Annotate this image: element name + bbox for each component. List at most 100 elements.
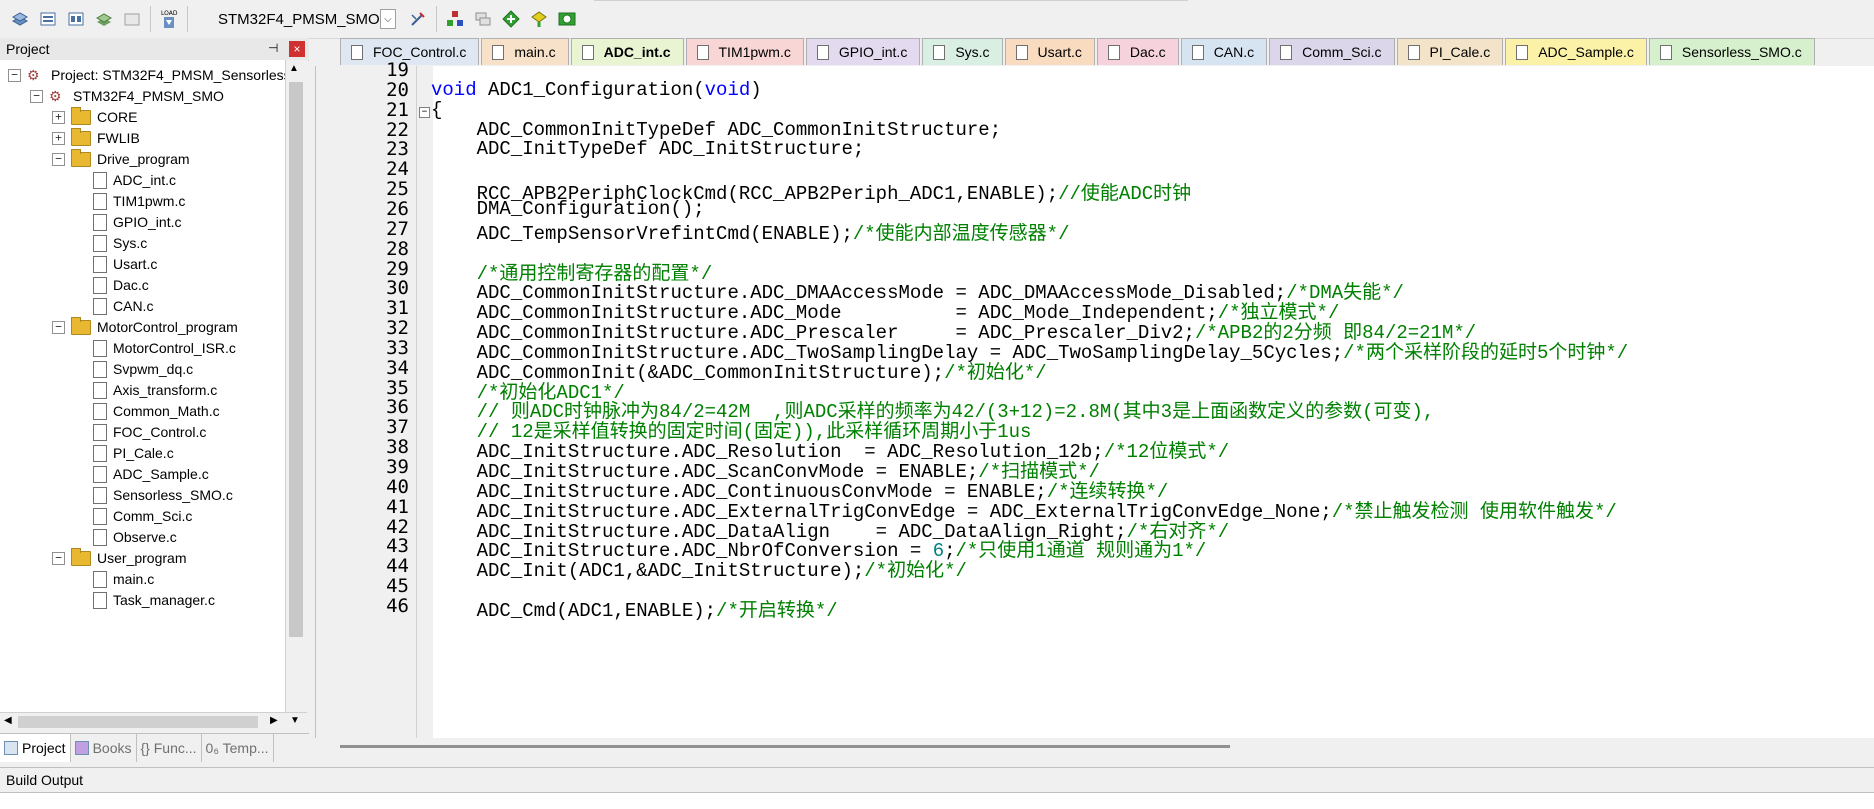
collapse-icon[interactable]: − bbox=[8, 68, 21, 82]
project-tree-horizontal-scrollbar[interactable]: ◀ ▶ ▼ bbox=[0, 712, 307, 731]
file-icon bbox=[1659, 44, 1672, 60]
event-recorder-icon[interactable] bbox=[553, 5, 581, 33]
toolbar-separator bbox=[187, 6, 188, 32]
editor-tab[interactable]: GPIO_int.c bbox=[805, 38, 921, 65]
translate-icon[interactable] bbox=[6, 5, 34, 33]
download-icon[interactable]: LOAD bbox=[155, 5, 183, 33]
rebuild-icon[interactable] bbox=[62, 5, 90, 33]
file-icon bbox=[93, 192, 107, 210]
build-output-pane[interactable] bbox=[0, 792, 1874, 809]
code-line[interactable]: ADC_Cmd(ADC1,ENABLE);/*开启转换*/ bbox=[431, 595, 838, 622]
stop-build-icon[interactable] bbox=[118, 5, 146, 33]
editor-tab[interactable]: PI_Cale.c bbox=[1396, 38, 1504, 65]
scroll-right-icon[interactable]: ▶ bbox=[270, 715, 278, 726]
editor-tab[interactable]: Sys.c bbox=[922, 38, 1003, 65]
code-line[interactable]: ADC_TempSensorVrefintCmd(ENABLE);/*使能内部温… bbox=[431, 218, 1070, 245]
options-icon[interactable] bbox=[404, 5, 432, 33]
close-icon[interactable]: × bbox=[289, 41, 305, 57]
expand-icon[interactable]: + bbox=[52, 110, 65, 124]
project-panel-header: Project ⊣ × bbox=[0, 38, 309, 61]
toolbar-right bbox=[404, 5, 581, 33]
scroll-left-icon[interactable]: ◀ bbox=[4, 715, 12, 726]
fold-collapse-icon[interactable]: − bbox=[419, 106, 430, 118]
file-icon bbox=[933, 44, 946, 60]
code-text: { bbox=[431, 98, 443, 121]
tree-item-label: FWLIB bbox=[97, 130, 140, 146]
file-icon bbox=[1107, 44, 1120, 60]
select-packs-icon[interactable] bbox=[469, 5, 497, 33]
tree-item-label: Comm_Sci.c bbox=[113, 508, 193, 524]
project-tab-label: Project bbox=[22, 740, 66, 756]
editor-tab[interactable]: Usart.c bbox=[1004, 38, 1095, 65]
editor-tab-label: PI_Cale.c bbox=[1429, 44, 1491, 60]
editor-tab-label: GPIO_int.c bbox=[838, 44, 908, 60]
code-editor[interactable]: 19 20 21 22 23 24 25 26 27 28 29 30 31 32 33 34 35 36 37 38… bbox=[315, 59, 1874, 738]
scroll-thumb[interactable] bbox=[18, 716, 258, 728]
pack-installer-icon[interactable] bbox=[497, 5, 525, 33]
scroll-thumb[interactable] bbox=[340, 745, 1230, 748]
svg-text:LOAD: LOAD bbox=[161, 10, 178, 17]
scroll-thumb[interactable] bbox=[289, 82, 303, 637]
tree-file[interactable]: Task_manager.c bbox=[74, 588, 215, 612]
code-line[interactable]: ADC_CommonInitTypeDef ADC_CommonInitStru… bbox=[431, 119, 1002, 141]
target-select[interactable]: STM32F4_PMSM_SMO ⌵ bbox=[206, 7, 396, 31]
tree-item-label: TIM1pwm.c bbox=[113, 193, 186, 209]
tree-item-label: CAN.c bbox=[113, 298, 154, 314]
project-panel-tabs: Project Books {} Func... 0₆ Temp... bbox=[0, 733, 309, 766]
file-icon bbox=[351, 44, 363, 60]
scroll-down-icon[interactable]: ▼ bbox=[290, 715, 300, 726]
build-output-title: Build Output bbox=[6, 772, 84, 788]
code-line[interactable]: ADC_InitTypeDef ADC_InitStructure; bbox=[431, 138, 865, 161]
tree-item-label: STM32F4_PMSM_SMO bbox=[73, 88, 224, 104]
editor-tab[interactable]: Comm_Sci.c bbox=[1269, 38, 1395, 65]
file-icon bbox=[93, 276, 107, 294]
code-line[interactable]: ADC_Init(ADC1,&ADC_InitStructure);/*初始化*… bbox=[431, 555, 967, 582]
editor-tab[interactable]: ADC_Sample.c bbox=[1505, 38, 1647, 65]
project-tab-2[interactable]: {} Func... bbox=[137, 734, 202, 762]
batch-build-icon[interactable] bbox=[90, 5, 118, 33]
code-text: ADC_InitTypeDef ADC_InitStructure; bbox=[431, 138, 865, 161]
collapse-icon[interactable]: − bbox=[30, 89, 43, 103]
tree-item-label: CORE bbox=[97, 109, 138, 125]
editor-tab[interactable]: ADC_int.c bbox=[570, 38, 684, 65]
code-text: DMA_Configuration(); bbox=[431, 197, 705, 220]
collapse-icon[interactable]: − bbox=[52, 551, 65, 565]
editor-tab[interactable]: main.c bbox=[481, 38, 569, 65]
editor-tab[interactable]: CAN.c bbox=[1180, 38, 1268, 65]
file-icon bbox=[93, 213, 107, 231]
collapse-icon[interactable]: − bbox=[52, 152, 65, 166]
file-icon bbox=[93, 297, 107, 315]
line-number: 39 bbox=[386, 456, 409, 478]
build-icon[interactable] bbox=[34, 5, 62, 33]
collapse-icon[interactable]: − bbox=[52, 320, 65, 334]
code-line[interactable]: { bbox=[431, 99, 442, 121]
debug-icon[interactable] bbox=[525, 5, 553, 33]
pin-icon[interactable]: ⊣ bbox=[268, 41, 278, 55]
code-line[interactable]: void ADC1_Configuration(void) bbox=[431, 79, 762, 101]
file-icon bbox=[93, 234, 107, 252]
expand-icon[interactable]: + bbox=[52, 131, 65, 145]
editor-tab[interactable]: Dac.c bbox=[1096, 38, 1179, 65]
editor-tab[interactable]: TIM1pwm.c bbox=[685, 38, 804, 65]
project-tab-1[interactable]: Books bbox=[71, 734, 137, 762]
project-tab-0[interactable]: Project bbox=[0, 734, 71, 762]
line-number: 40 bbox=[386, 475, 409, 498]
line-number: 34 bbox=[386, 356, 409, 379]
tree-item-label: MotorControl_program bbox=[97, 319, 238, 335]
file-icon bbox=[93, 423, 107, 441]
chevron-down-icon[interactable]: ⌵ bbox=[379, 9, 396, 29]
code-comment: /*使能内部温度传感器*/ bbox=[852, 222, 1070, 245]
editor-tab-label: FOC_Control.c bbox=[373, 44, 467, 60]
editor-horizontal-scrollbar[interactable] bbox=[330, 738, 1874, 756]
manage-components-icon[interactable] bbox=[441, 5, 469, 33]
line-number: 38 bbox=[386, 436, 409, 459]
code-line[interactable]: DMA_Configuration(); bbox=[431, 198, 705, 220]
project-tree-vertical-scrollbar[interactable]: ▲ bbox=[285, 60, 308, 712]
editor-tab[interactable]: Sensorless_SMO.c bbox=[1648, 38, 1815, 65]
tree-item-label: main.c bbox=[113, 571, 155, 587]
file-icon bbox=[93, 381, 107, 399]
editor-tab-label: main.c bbox=[514, 44, 556, 60]
line-number: 32 bbox=[386, 317, 409, 340]
project-tab-3[interactable]: 0₆ Temp... bbox=[202, 734, 274, 762]
scroll-up-icon[interactable]: ▲ bbox=[289, 63, 299, 74]
